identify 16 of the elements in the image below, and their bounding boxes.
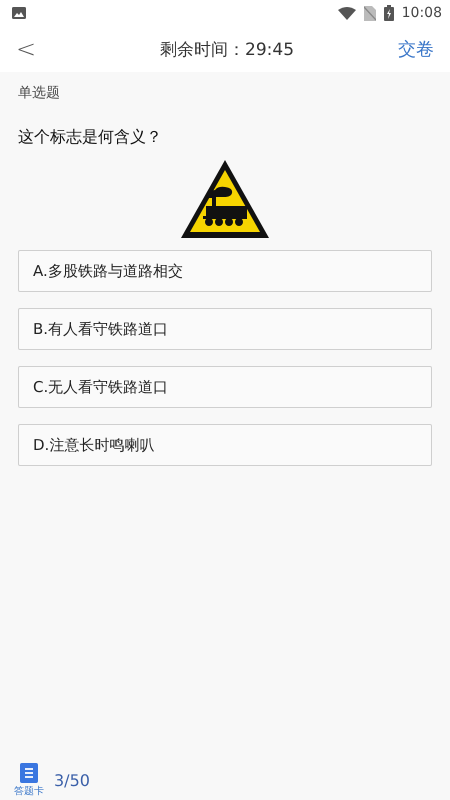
wifi-icon bbox=[338, 6, 356, 20]
answer-card-button[interactable]: 答题卡 bbox=[14, 762, 44, 798]
answer-option[interactable]: A.多股铁路与道路相交 bbox=[18, 250, 432, 292]
no-sim-icon bbox=[364, 6, 376, 20]
question-text: 这个标志是何含义？ bbox=[18, 127, 163, 148]
gallery-icon bbox=[12, 7, 26, 19]
submit-button[interactable]: 交卷 bbox=[398, 37, 434, 61]
timer-title: 剩余时间：29:45 bbox=[160, 38, 294, 60]
status-time: 10:08 bbox=[402, 5, 442, 21]
answer-option[interactable]: B.有人看守铁路道口 bbox=[18, 308, 432, 350]
answer-option[interactable]: C.无人看守铁路道口 bbox=[18, 366, 432, 408]
list-icon bbox=[20, 762, 38, 782]
question-type: 单选题 bbox=[18, 84, 61, 102]
answer-option[interactable]: D.注意长时鸣喇叭 bbox=[18, 424, 432, 466]
back-button[interactable]: < bbox=[16, 35, 36, 63]
battery-icon bbox=[384, 5, 394, 21]
